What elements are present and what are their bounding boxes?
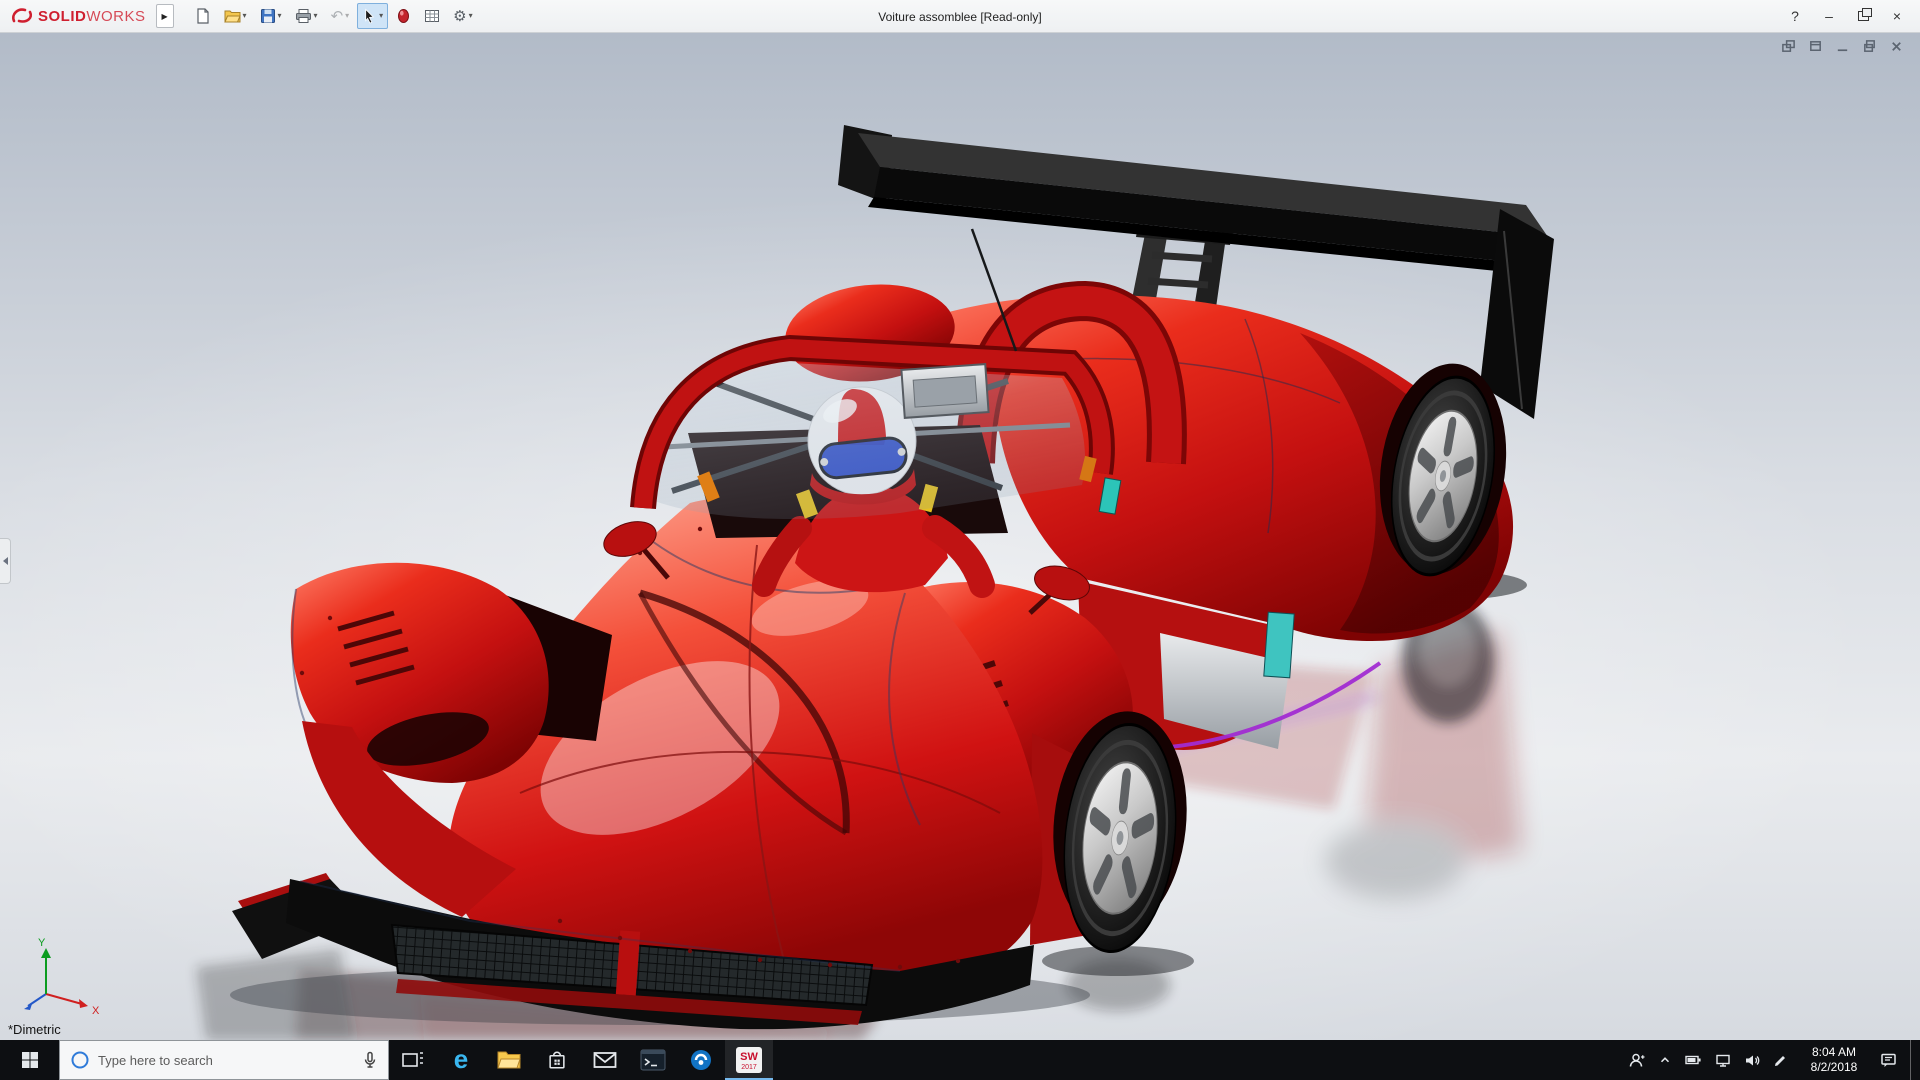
battery-button[interactable]: [1685, 1053, 1702, 1067]
3d-scene[interactable]: [0, 33, 1920, 1040]
new-document-button[interactable]: [190, 3, 216, 29]
store-button[interactable]: [533, 1040, 581, 1080]
select-tool-button[interactable]: ▾: [357, 3, 389, 29]
cortana-icon: [71, 1051, 89, 1069]
solidworks-icon: SW 2017: [736, 1047, 762, 1073]
undo-button[interactable]: ↶ ▾: [326, 3, 355, 29]
console-button[interactable]: [629, 1040, 677, 1080]
appearance-button[interactable]: [391, 3, 416, 29]
clock-date: 8/2/2018: [1810, 1060, 1858, 1074]
sheet-button[interactable]: [419, 3, 445, 29]
document-window-controls: [1781, 39, 1904, 54]
help-button[interactable]: ?: [1780, 0, 1810, 32]
taskbar-apps: e SW 2017: [389, 1040, 773, 1080]
pen-button[interactable]: [1773, 1053, 1788, 1068]
new-document-icon: [196, 8, 209, 24]
appearance-sphere-icon: [398, 9, 410, 23]
file-explorer-button[interactable]: [485, 1040, 533, 1080]
media-player-button[interactable]: [677, 1040, 725, 1080]
console-window-icon: [640, 1049, 666, 1071]
ds-logo-icon: [12, 8, 33, 23]
restore-icon: [1857, 8, 1872, 21]
solidworks-logo: SOLIDWORKS: [10, 6, 146, 26]
doc-tile-icon[interactable]: [1781, 39, 1796, 54]
panel-expand-arrow[interactable]: [0, 538, 11, 584]
brand-text: SOLIDWORKS: [38, 7, 146, 25]
triad-y-label: Y: [38, 937, 46, 949]
store-icon: [549, 1051, 565, 1069]
save-button[interactable]: ▾: [255, 3, 287, 29]
view-orientation-label: *Dimetric: [8, 1022, 61, 1037]
people-button[interactable]: [1628, 1052, 1645, 1069]
coordinate-triad: X Y: [24, 937, 100, 1016]
sheet-grid-icon: [425, 10, 440, 22]
save-icon: [260, 9, 275, 23]
show-desktop-button[interactable]: [1910, 1040, 1916, 1080]
quick-access-toolbar: ▾ ▾ ▾ ↶ ▾ ▾ ⚙ ▾: [190, 3, 478, 29]
svg-text:SW: SW: [740, 1051, 758, 1063]
pen-icon: [1775, 1055, 1785, 1066]
solidworks-app-button[interactable]: SW 2017: [725, 1040, 773, 1080]
open-button[interactable]: ▾: [219, 3, 252, 29]
start-button[interactable]: [0, 1040, 59, 1080]
network-icon: [1716, 1054, 1730, 1067]
action-center-icon: [1881, 1053, 1896, 1067]
people-icon: [1629, 1053, 1645, 1067]
chevron-up-icon: [1660, 1057, 1670, 1063]
network-button[interactable]: [1715, 1053, 1731, 1068]
mail-icon: [593, 1052, 617, 1068]
titlebar: SOLIDWORKS ▶ ▾ ▾ ▾ ↶ ▾ ▾ ⚙ ▾ Voiture ass…: [0, 0, 1920, 33]
doc-restore-icon[interactable]: [1862, 39, 1877, 54]
action-center-button[interactable]: [1880, 1052, 1897, 1068]
undo-icon: ↶: [330, 7, 344, 25]
triad-x-label: X: [92, 1005, 100, 1016]
open-folder-icon: [223, 10, 241, 23]
doc-minimize-icon[interactable]: [1835, 39, 1850, 54]
speaker-icon: [1746, 1055, 1760, 1065]
blue-circle-app-icon: [691, 1050, 711, 1070]
taskbar: e: [0, 1040, 1920, 1080]
battery-icon: [1685, 1055, 1701, 1065]
task-view-icon: [402, 1052, 423, 1067]
search-input[interactable]: [98, 1052, 354, 1068]
gear-icon: ⚙: [453, 7, 467, 25]
task-view-button[interactable]: [389, 1040, 437, 1080]
microphone-icon[interactable]: [362, 1051, 378, 1069]
doc-close-icon[interactable]: [1889, 39, 1904, 54]
select-arrow-icon: [365, 8, 375, 24]
graphics-area[interactable]: X Y *Dimetric: [0, 33, 1920, 1040]
svg-text:2017: 2017: [741, 1064, 757, 1071]
edge-icon: e: [454, 1046, 468, 1074]
doc-float-icon[interactable]: [1808, 39, 1823, 54]
svg-text:e: e: [454, 1046, 468, 1074]
volume-button[interactable]: [1744, 1053, 1760, 1068]
rearview-mirror: [900, 363, 990, 419]
left-arrow-icon: [2, 557, 8, 565]
maximize-button[interactable]: [1848, 0, 1878, 32]
printer-icon: [295, 9, 311, 23]
clock-time: 8:04 AM: [1811, 1045, 1857, 1059]
side-scoop-teal: [1263, 611, 1295, 679]
windows-logo-icon: [21, 1052, 38, 1068]
taskbar-clock[interactable]: 8:04 AM 8/2/2018: [1801, 1045, 1867, 1075]
options-button[interactable]: ⚙ ▾: [448, 3, 477, 29]
edge-button[interactable]: e: [437, 1040, 485, 1080]
hidden-icons-button[interactable]: [1658, 1053, 1672, 1067]
system-tray: 8:04 AM 8/2/2018: [1628, 1040, 1920, 1080]
menu-flyout-button[interactable]: ▶: [155, 4, 174, 28]
print-button[interactable]: ▾: [290, 3, 323, 29]
minimize-button[interactable]: –: [1814, 0, 1844, 32]
window-title: Voiture assomblee [Read-only]: [878, 9, 1042, 24]
file-explorer-icon: [497, 1051, 521, 1069]
taskbar-search[interactable]: [59, 1040, 389, 1080]
close-button[interactable]: ×: [1882, 0, 1912, 32]
mail-button[interactable]: [581, 1040, 629, 1080]
